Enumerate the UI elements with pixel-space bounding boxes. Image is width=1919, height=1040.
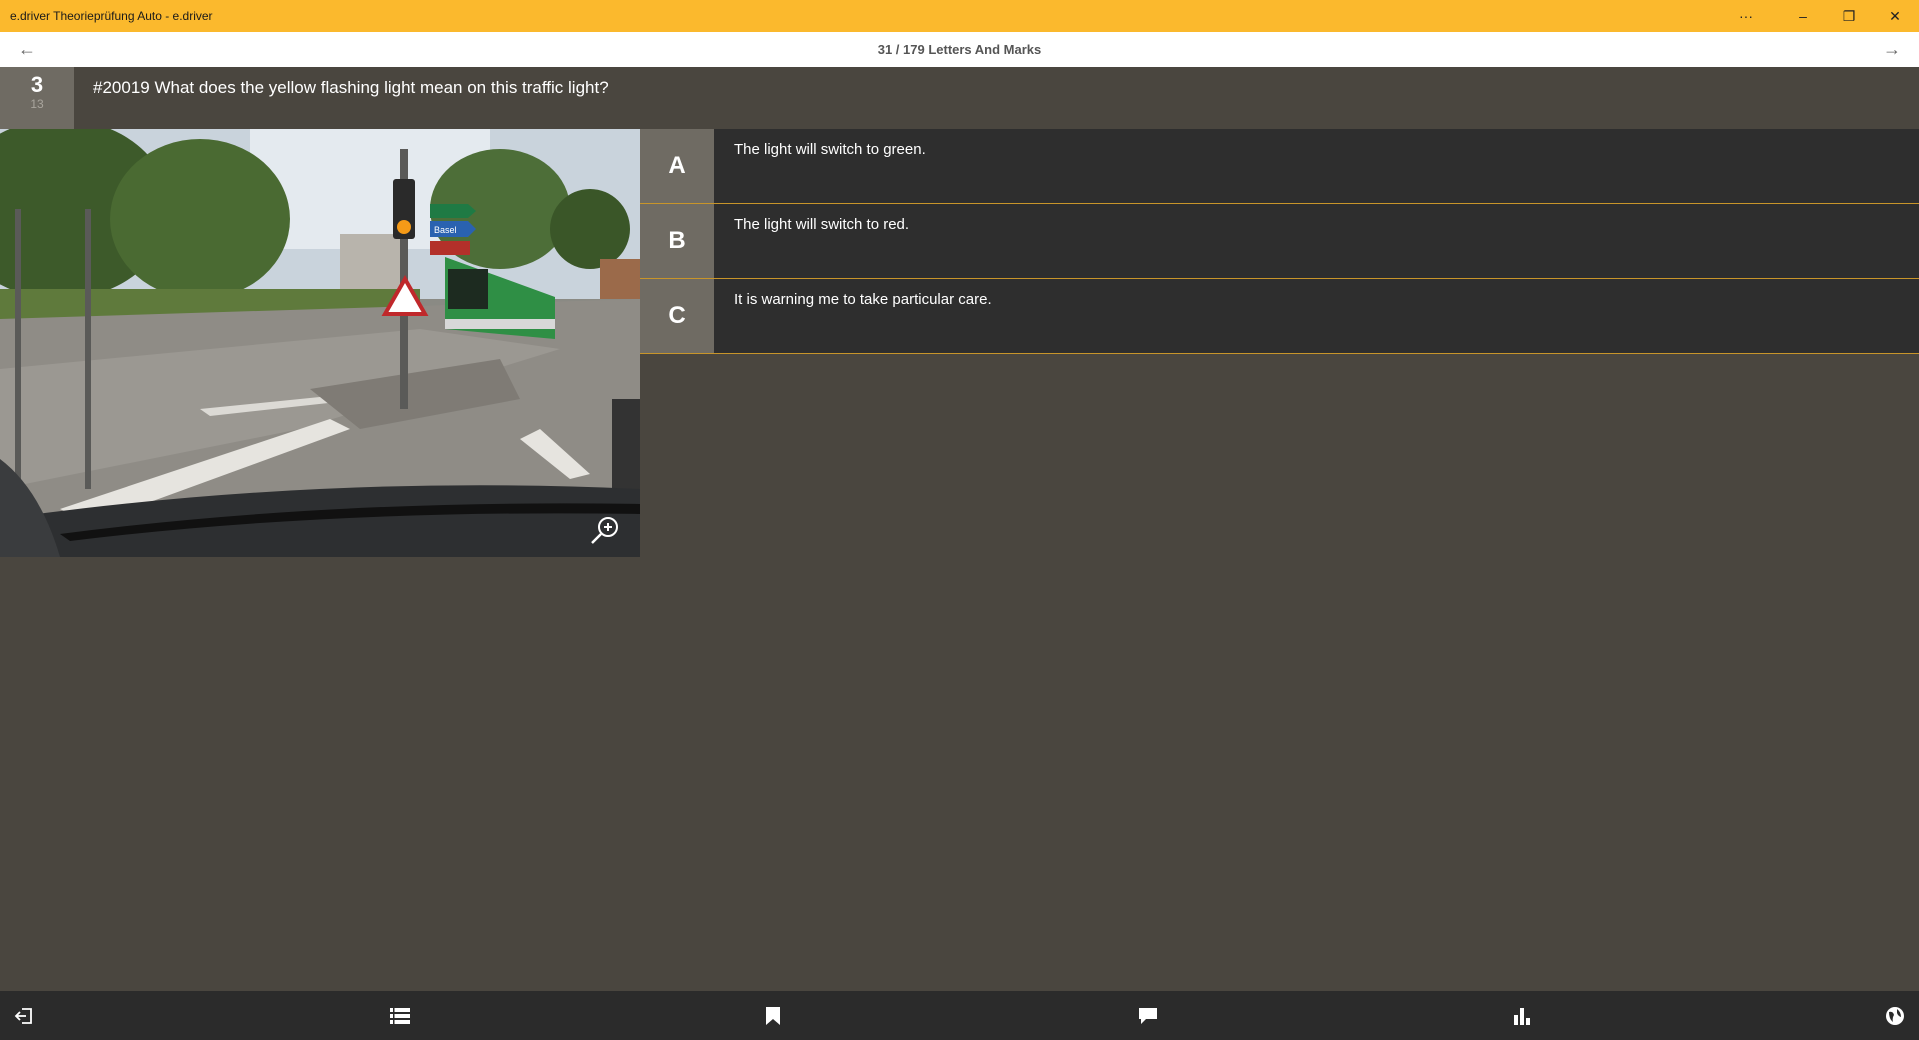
bookmark-icon — [766, 1006, 780, 1025]
minimize-button[interactable]: – — [1780, 0, 1826, 32]
answer-text: The light will switch to red. — [734, 216, 910, 233]
bookmark-button[interactable] — [749, 991, 797, 1040]
exit-icon — [14, 1007, 32, 1024]
comment-button[interactable] — [1124, 991, 1172, 1040]
sign-text-basel: Basel — [434, 225, 457, 235]
arrow-right-icon: → — [1883, 39, 1901, 59]
answer-option-b[interactable]: B The light will switch to red. — [640, 204, 1919, 279]
answer-letter: C — [640, 279, 714, 353]
question-header: 3 13 #20019 What does the yellow flashin… — [0, 67, 1919, 129]
question-text: #20019 What does the yellow flashing lig… — [93, 78, 609, 97]
answer-letter: A — [640, 129, 714, 203]
more-options-button[interactable]: ··· — [1723, 0, 1769, 32]
title-bar: e.driver Theorieprüfung Auto - e.driver … — [0, 0, 1919, 32]
traffic-scene-illustration: Basel — [0, 129, 640, 557]
exit-button[interactable] — [0, 991, 48, 1040]
stats-icon — [1514, 1007, 1530, 1025]
close-button[interactable]: ✕ — [1872, 0, 1918, 32]
answer-text: It is warning me to take particular care… — [734, 291, 992, 308]
comment-icon — [1139, 1007, 1157, 1024]
maximize-button[interactable]: ❐ — [1826, 0, 1872, 32]
points-secondary: 13 — [30, 97, 44, 111]
zoom-button[interactable] — [588, 513, 622, 547]
statistics-button[interactable] — [1498, 991, 1546, 1040]
answer-text: The light will switch to green. — [734, 141, 926, 158]
list-icon — [390, 1007, 410, 1024]
answer-letter: B — [640, 204, 714, 278]
navigation-bar: ← 31 / 179 Letters And Marks → — [0, 32, 1919, 67]
answer-option-a[interactable]: A The light will switch to green. — [640, 129, 1919, 204]
points-value: 3 — [30, 72, 44, 97]
language-icon — [1886, 1006, 1904, 1025]
question-list-button[interactable] — [376, 991, 424, 1040]
bottom-toolbar — [0, 991, 1919, 1040]
language-button[interactable] — [1871, 991, 1919, 1040]
window-title: e.driver Theorieprüfung Auto - e.driver — [10, 9, 213, 23]
forward-button[interactable]: → — [1872, 32, 1912, 67]
magnifier-plus-icon — [591, 517, 618, 544]
question-image[interactable]: Basel — [0, 129, 640, 557]
question-points-badge: 3 13 — [0, 67, 74, 129]
question-progress-title: 31 / 179 Letters And Marks — [877, 42, 1042, 57]
answer-option-c[interactable]: C It is warning me to take particular ca… — [640, 279, 1919, 354]
